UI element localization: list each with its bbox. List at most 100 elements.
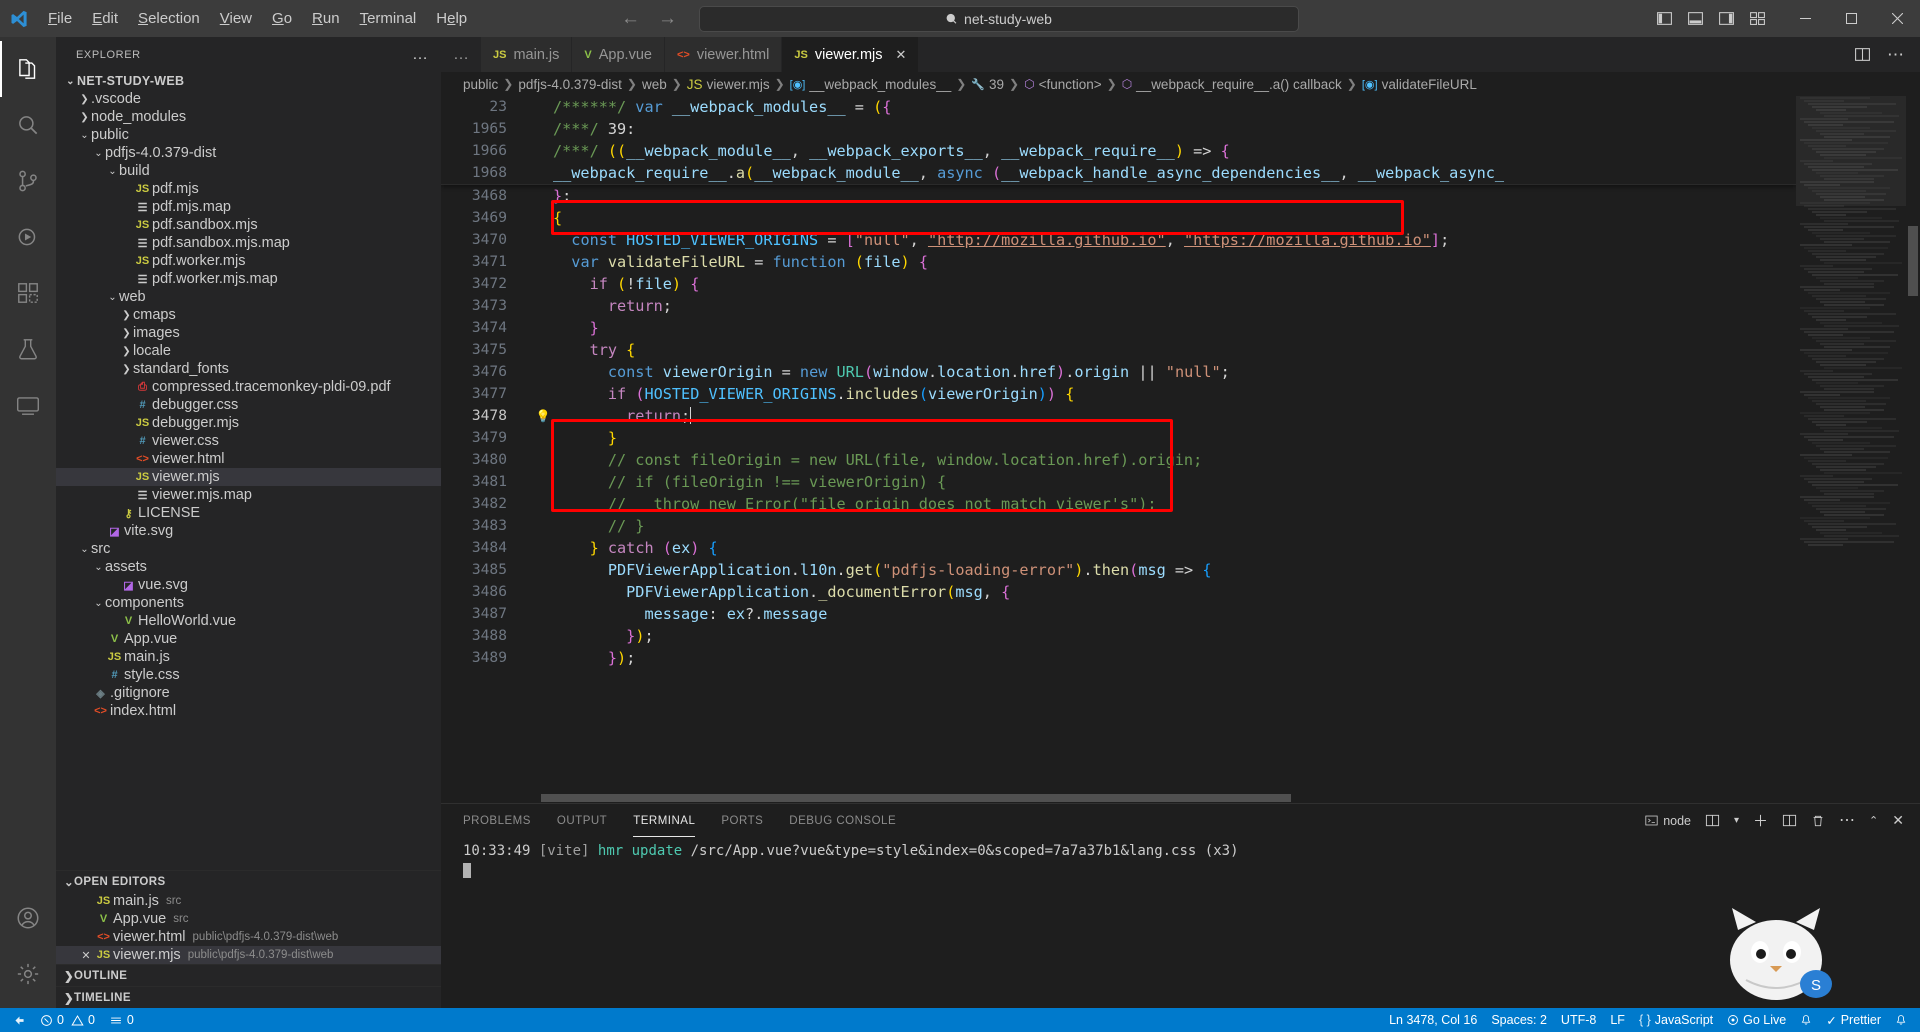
- tree-item-pdf-worker-mjs[interactable]: JS pdf.worker.mjs: [56, 252, 441, 270]
- status-eol[interactable]: LF: [1603, 1008, 1632, 1032]
- tree-item-pdf-mjs-map[interactable]: ☰ pdf.mjs.map: [56, 198, 441, 216]
- panel-tab-debug-console[interactable]: DEBUG CONSOLE: [789, 804, 896, 837]
- code-line[interactable]: 3484 } catch (ex) {: [441, 537, 1796, 559]
- tree-item-helloworld-vue[interactable]: V HelloWorld.vue: [56, 612, 441, 630]
- editor-vertical-scrollbar[interactable]: [1906, 96, 1920, 793]
- code-line[interactable]: 3479 }: [441, 427, 1796, 449]
- sidebar-more-actions-icon[interactable]: …: [412, 46, 429, 64]
- code-line[interactable]: 3485 PDFViewerApplication.l10n.get("pdfj…: [441, 559, 1796, 581]
- code-line[interactable]: 1968 __webpack_require__.a(__webpack_modu…: [441, 162, 1796, 184]
- toggle-secondary-sidebar-icon[interactable]: [1718, 10, 1735, 27]
- tree-item-pdf-worker-mjs-map[interactable]: ☰ pdf.worker.mjs.map: [56, 270, 441, 288]
- split-panel-icon[interactable]: [1782, 813, 1797, 828]
- activity-accounts[interactable]: [0, 890, 56, 946]
- open-editor-viewer-mjs[interactable]: ✕ JS viewer.mjs public\pdfjs-4.0.379-dist\w…: [56, 946, 441, 964]
- tree-item-images[interactable]: ❯ images: [56, 324, 441, 342]
- new-terminal-icon[interactable]: ＋: [1753, 810, 1768, 831]
- activity-remote-explorer[interactable]: [0, 377, 56, 433]
- breadcrumb-item[interactable]: public: [463, 77, 498, 92]
- panel-more-actions-icon[interactable]: ⋯: [1839, 813, 1855, 829]
- tree-item-cmaps[interactable]: ❯ cmaps: [56, 306, 441, 324]
- tree-item-web[interactable]: ⌄ web: [56, 288, 441, 306]
- code-line[interactable]: 1965 /***/ 39:: [441, 118, 1796, 140]
- menu-view[interactable]: View: [210, 0, 262, 37]
- minimap[interactable]: [1796, 96, 1906, 793]
- timeline-section-header[interactable]: ❯ TIMELINE: [56, 986, 441, 1008]
- tree-item-main-js[interactable]: JS main.js: [56, 648, 441, 666]
- code-line[interactable]: 3477 if (HOSTED_VIEWER_ORIGINS.includes(…: [441, 383, 1796, 405]
- code-line[interactable]: 23 /******/ var __webpack_modules__ = ({: [441, 96, 1796, 118]
- tree-item-style-css[interactable]: # style.css: [56, 666, 441, 684]
- tab-app-vue[interactable]: V App.vue: [572, 37, 665, 72]
- go-back-icon[interactable]: ←: [621, 8, 640, 30]
- breadcrumb-item[interactable]: web: [642, 77, 667, 92]
- code-line[interactable]: 3482 // throw new Error("file origin doe…: [441, 493, 1796, 515]
- split-editor-icon[interactable]: [1854, 46, 1871, 63]
- customize-layout-icon[interactable]: [1749, 10, 1766, 27]
- code-line[interactable]: 3473 return;: [441, 295, 1796, 317]
- tree-item-src[interactable]: ⌄ src: [56, 540, 441, 558]
- tab-main-js[interactable]: JS main.js: [481, 37, 573, 72]
- source-code[interactable]: 23/******/ var __webpack_modules__ = ({1…: [441, 96, 1796, 669]
- code-line[interactable]: 3478 💡 return;: [441, 405, 1796, 427]
- trash-icon[interactable]: [1811, 814, 1825, 828]
- close-panel-icon[interactable]: ✕: [1892, 812, 1904, 829]
- tab-viewer-mjs[interactable]: JS viewer.mjs ✕: [782, 37, 920, 72]
- tree-item-vite-svg[interactable]: ◪ vite.svg: [56, 522, 441, 540]
- tree-item-viewer-mjs-map[interactable]: ☰ viewer.mjs.map: [56, 486, 441, 504]
- code-line[interactable]: 3474 }: [441, 317, 1796, 339]
- activity-explorer[interactable]: [0, 41, 56, 97]
- breadcrumb-item[interactable]: [◉] __webpack_modules__: [790, 77, 952, 92]
- tree-item-debugger-css[interactable]: # debugger.css: [56, 396, 441, 414]
- workspace-root-row[interactable]: ⌄ NET-STUDY-WEB: [56, 72, 441, 90]
- panel-tab-output[interactable]: OUTPUT: [557, 804, 607, 837]
- code-line[interactable]: 1966 /***/ ((__webpack_module__, __webpac…: [441, 140, 1796, 162]
- breadcrumb-item[interactable]: 🔧 39: [971, 77, 1004, 92]
- tree-item-pdf-mjs[interactable]: JS pdf.mjs: [56, 180, 441, 198]
- status-language-mode[interactable]: { } JavaScript: [1632, 1008, 1720, 1032]
- menu-go[interactable]: Go: [262, 0, 302, 37]
- terminal-output[interactable]: 10:33:49 [vite] hmr update /src/App.vue?…: [441, 837, 1920, 1008]
- code-line[interactable]: 3476 const viewerOrigin = new URL(window…: [441, 361, 1796, 383]
- go-forward-icon[interactable]: →: [658, 8, 677, 30]
- status-problems[interactable]: 0 0: [33, 1008, 102, 1032]
- toggle-primary-sidebar-icon[interactable]: [1656, 10, 1673, 27]
- toggle-panel-icon[interactable]: [1687, 10, 1704, 27]
- tree-item-pdf-sandbox-mjs-map[interactable]: ☰ pdf.sandbox.mjs.map: [56, 234, 441, 252]
- tabs-overflow-icon[interactable]: …: [441, 37, 481, 72]
- tab-close-icon[interactable]: ✕: [896, 47, 907, 63]
- status-ports[interactable]: 0: [102, 1008, 141, 1032]
- minimap-slider[interactable]: [1796, 96, 1906, 206]
- breadcrumb-item[interactable]: ⬡ __webpack_require__.a() callback: [1122, 77, 1342, 92]
- hscrollbar-thumb[interactable]: [541, 794, 1291, 802]
- terminal-selector[interactable]: node: [1645, 814, 1691, 828]
- panel-tab-terminal[interactable]: TERMINAL: [633, 804, 696, 837]
- tree-item-pdf-sandbox-mjs[interactable]: JS pdf.sandbox.mjs: [56, 216, 441, 234]
- status-bell[interactable]: [1793, 1008, 1819, 1032]
- quick-fix-lightbulb-icon[interactable]: 💡: [533, 405, 553, 427]
- tree-item-locale[interactable]: ❯ locale: [56, 342, 441, 360]
- scrollbar-thumb[interactable]: [1908, 226, 1918, 296]
- tree-item--gitignore[interactable]: ◈ .gitignore: [56, 684, 441, 702]
- status-remote-indicator[interactable]: [6, 1008, 33, 1032]
- code-line[interactable]: 3488 });: [441, 625, 1796, 647]
- code-line[interactable]: 3468};: [441, 185, 1796, 207]
- tab-viewer-html[interactable]: <> viewer.html: [664, 37, 783, 72]
- tree-item-viewer-html[interactable]: <> viewer.html: [56, 450, 441, 468]
- open-editor-main-js[interactable]: JS main.js src: [56, 892, 441, 910]
- activity-source-control[interactable]: [0, 153, 56, 209]
- open-editors-header[interactable]: ⌄ OPEN EDITORS: [56, 870, 441, 892]
- status-encoding[interactable]: UTF-8: [1554, 1008, 1603, 1032]
- breadcrumb-item[interactable]: JS viewer.mjs: [687, 77, 770, 92]
- status-indentation[interactable]: Spaces: 2: [1484, 1008, 1554, 1032]
- status-notifications[interactable]: [1888, 1008, 1914, 1032]
- close-button[interactable]: [1874, 0, 1920, 37]
- activity-testing[interactable]: [0, 321, 56, 377]
- code-line[interactable]: 3475 try {: [441, 339, 1796, 361]
- tree-item-node-modules[interactable]: ❯ node_modules: [56, 108, 441, 126]
- tree-item-pdfjs-4-0-379-dist[interactable]: ⌄ pdfjs-4.0.379-dist: [56, 144, 441, 162]
- code-line[interactable]: 3483 // }: [441, 515, 1796, 537]
- status-editor-position[interactable]: Ln 3478, Col 16: [1382, 1008, 1484, 1032]
- code-line[interactable]: 3486 PDFViewerApplication._documentError…: [441, 581, 1796, 603]
- panel-tab-problems[interactable]: PROBLEMS: [463, 804, 531, 837]
